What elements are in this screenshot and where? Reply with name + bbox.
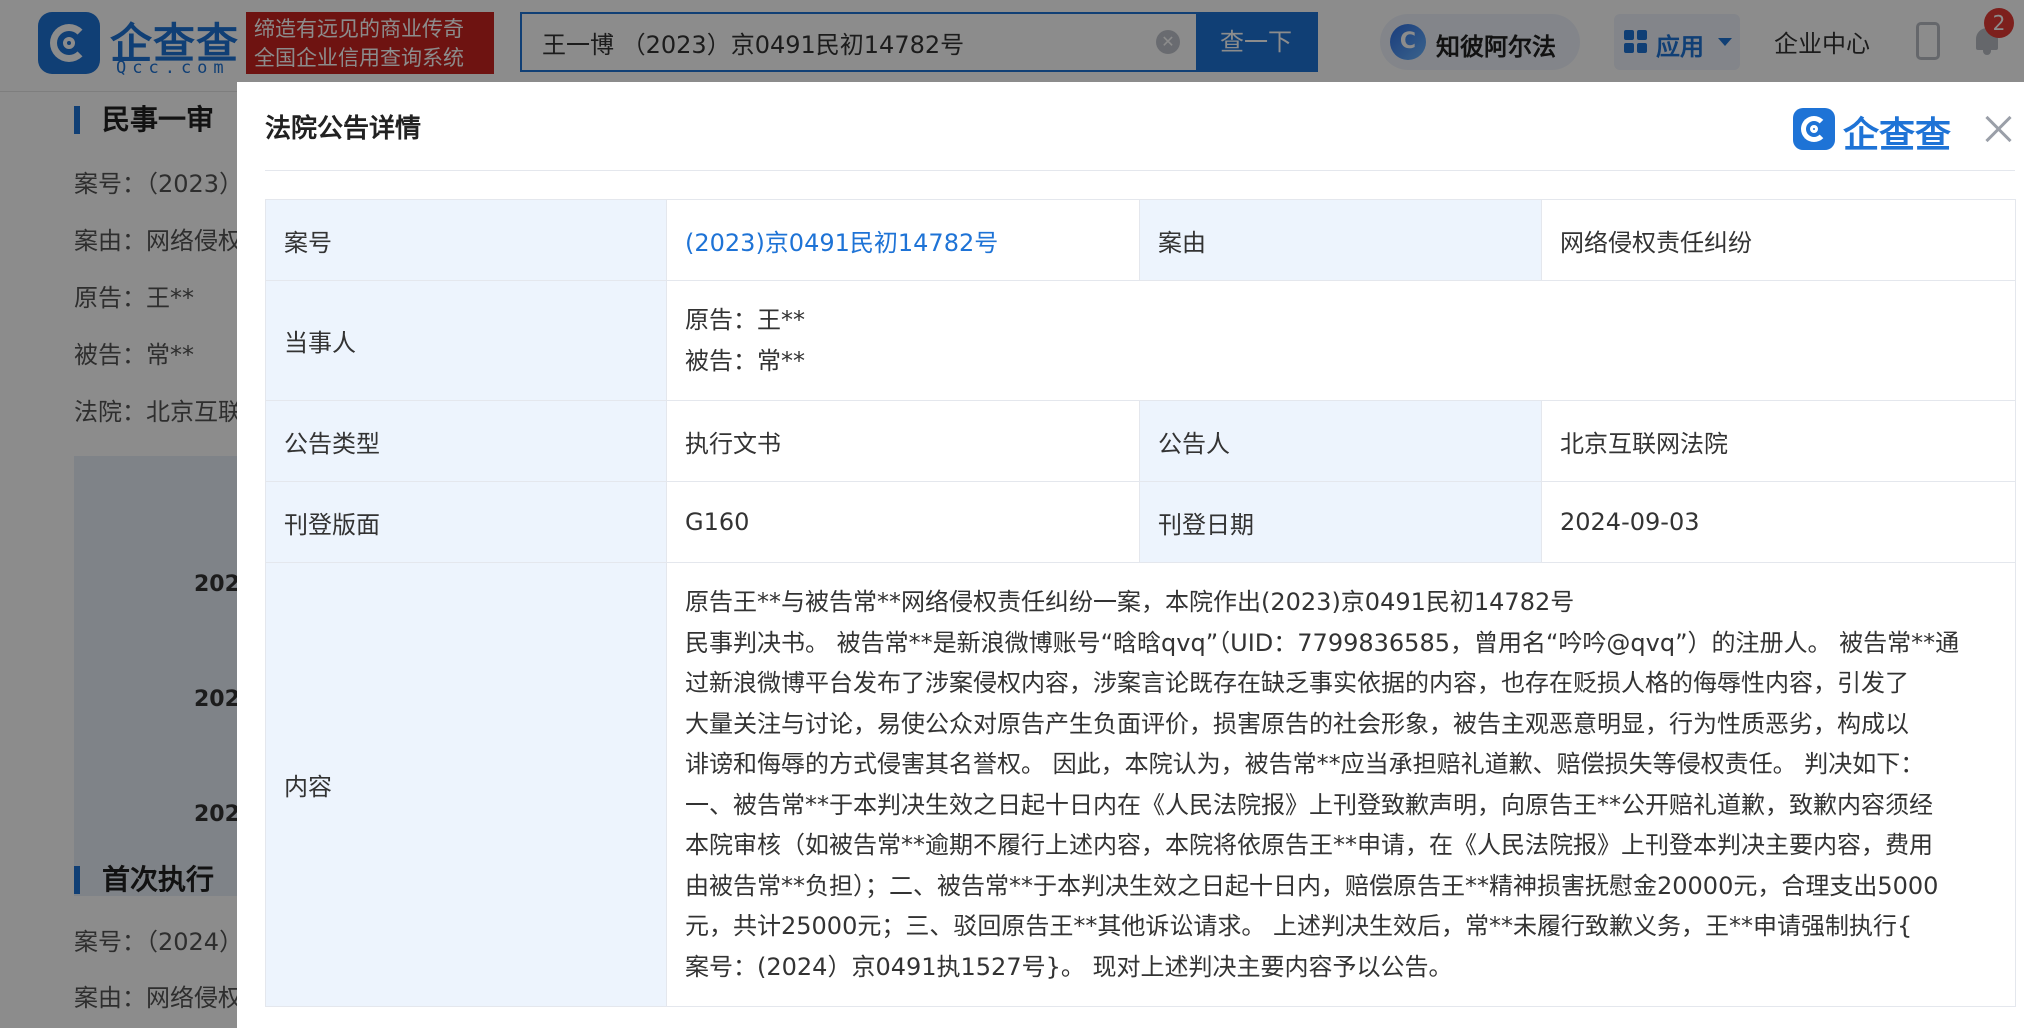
content-line: 民事判决书。 被告常**是新浪微博账号“晗晗qvq”（UID：779983658…: [685, 628, 1960, 657]
cause-value: 网络侵权责任纠纷: [1541, 199, 2016, 281]
modal-title: 法院公告详情: [265, 114, 422, 144]
cause-label: 案由: [1139, 199, 1542, 281]
table-row: 刊登版面 G160 刊登日期 2024-09-03: [265, 481, 2016, 563]
qcc-logo-icon: [1793, 108, 1835, 150]
content-line: 大量关注与讨论，易使公众对原告产生负面评价，损害原告的社会形象，被告主观恶意明显…: [685, 709, 1909, 738]
content-value: 原告王**与被告常**网络侵权责任纠纷一案，本院作出(2023)京0491民初1…: [666, 562, 2016, 1007]
notice-type-value: 执行文书: [666, 400, 1140, 482]
table-row: 当事人 原告：王** 被告：常**: [265, 280, 2016, 401]
content-line: 案号：(2024）京0491执1527号}。 现对上述判决主要内容予以公告。: [685, 952, 1453, 981]
content-line: 原告王**与被告常**网络侵权责任纠纷一案，本院作出(2023)京0491民初1…: [685, 588, 1575, 616]
table-row: 内容 原告王**与被告常**网络侵权责任纠纷一案，本院作出(2023)京0491…: [265, 562, 2016, 1007]
notice-detail-table: 案号 (2023)京0491民初14782号 案由 网络侵权责任纠纷 当事人 原…: [265, 199, 2016, 1007]
table-row: 公告类型 执行文书 公告人 北京互联网法院: [265, 400, 2016, 482]
announcer-value: 北京互联网法院: [1541, 400, 2016, 482]
close-icon[interactable]: [1981, 112, 2015, 146]
date-label: 刊登日期: [1139, 481, 1542, 563]
modal-qcc-logo: 企查查: [1793, 106, 1963, 156]
case-no-label: 案号: [265, 199, 667, 281]
party-label: 当事人: [265, 280, 667, 401]
date-value: 2024-09-03: [1541, 481, 2016, 563]
announcer-label: 公告人: [1139, 400, 1542, 482]
party-cell: 原告：王** 被告：常**: [666, 280, 2016, 401]
content-line: 诽谤和侮辱的方式侵害其名誉权。 因此，本院认为，被告常**应当承担赔礼道歉、赔偿…: [685, 750, 1925, 778]
case-no-link[interactable]: (2023)京0491民初14782号: [685, 229, 998, 257]
page-label: 刊登版面: [265, 481, 667, 563]
modal-logo-text: 企查查: [1843, 115, 1952, 156]
notice-type-label: 公告类型: [265, 400, 667, 482]
content-line: 过新浪微博平台发布了涉案侵权内容，涉案言论既存在缺乏事实依据的内容，也存在贬损人…: [685, 669, 1909, 697]
court-notice-modal: 法院公告详情 企查查 案号 (2023)京0491民初14782号 案由 网络侵…: [237, 82, 2024, 1028]
case-no-cell: (2023)京0491民初14782号: [666, 199, 1140, 281]
modal-divider: [265, 170, 2015, 171]
page-value: G160: [666, 481, 1140, 563]
party-plaintiff: 原告：王**: [685, 305, 805, 334]
content-line: 本院审核（如被告常**逾期不履行上述内容，本院将依原告王**申请，在《人民法院报…: [685, 831, 1933, 859]
party-defendant: 被告：常**: [685, 346, 805, 375]
content-line: 由被告常**负担）；二、被告常**于本判决生效之日起十日内，赔偿原告王**精神损…: [685, 871, 1939, 900]
content-line: 元，共计25000元；三、驳回原告王**其他诉讼请求。 上述判决生效后，常**未…: [685, 912, 1913, 940]
table-row: 案号 (2023)京0491民初14782号 案由 网络侵权责任纠纷: [265, 199, 2016, 281]
content-line: 一、被告常**于本判决生效之日起十日内在《人民法院报》上刊登致歉声明，向原告王*…: [685, 790, 1933, 819]
content-label: 内容: [265, 562, 667, 1007]
